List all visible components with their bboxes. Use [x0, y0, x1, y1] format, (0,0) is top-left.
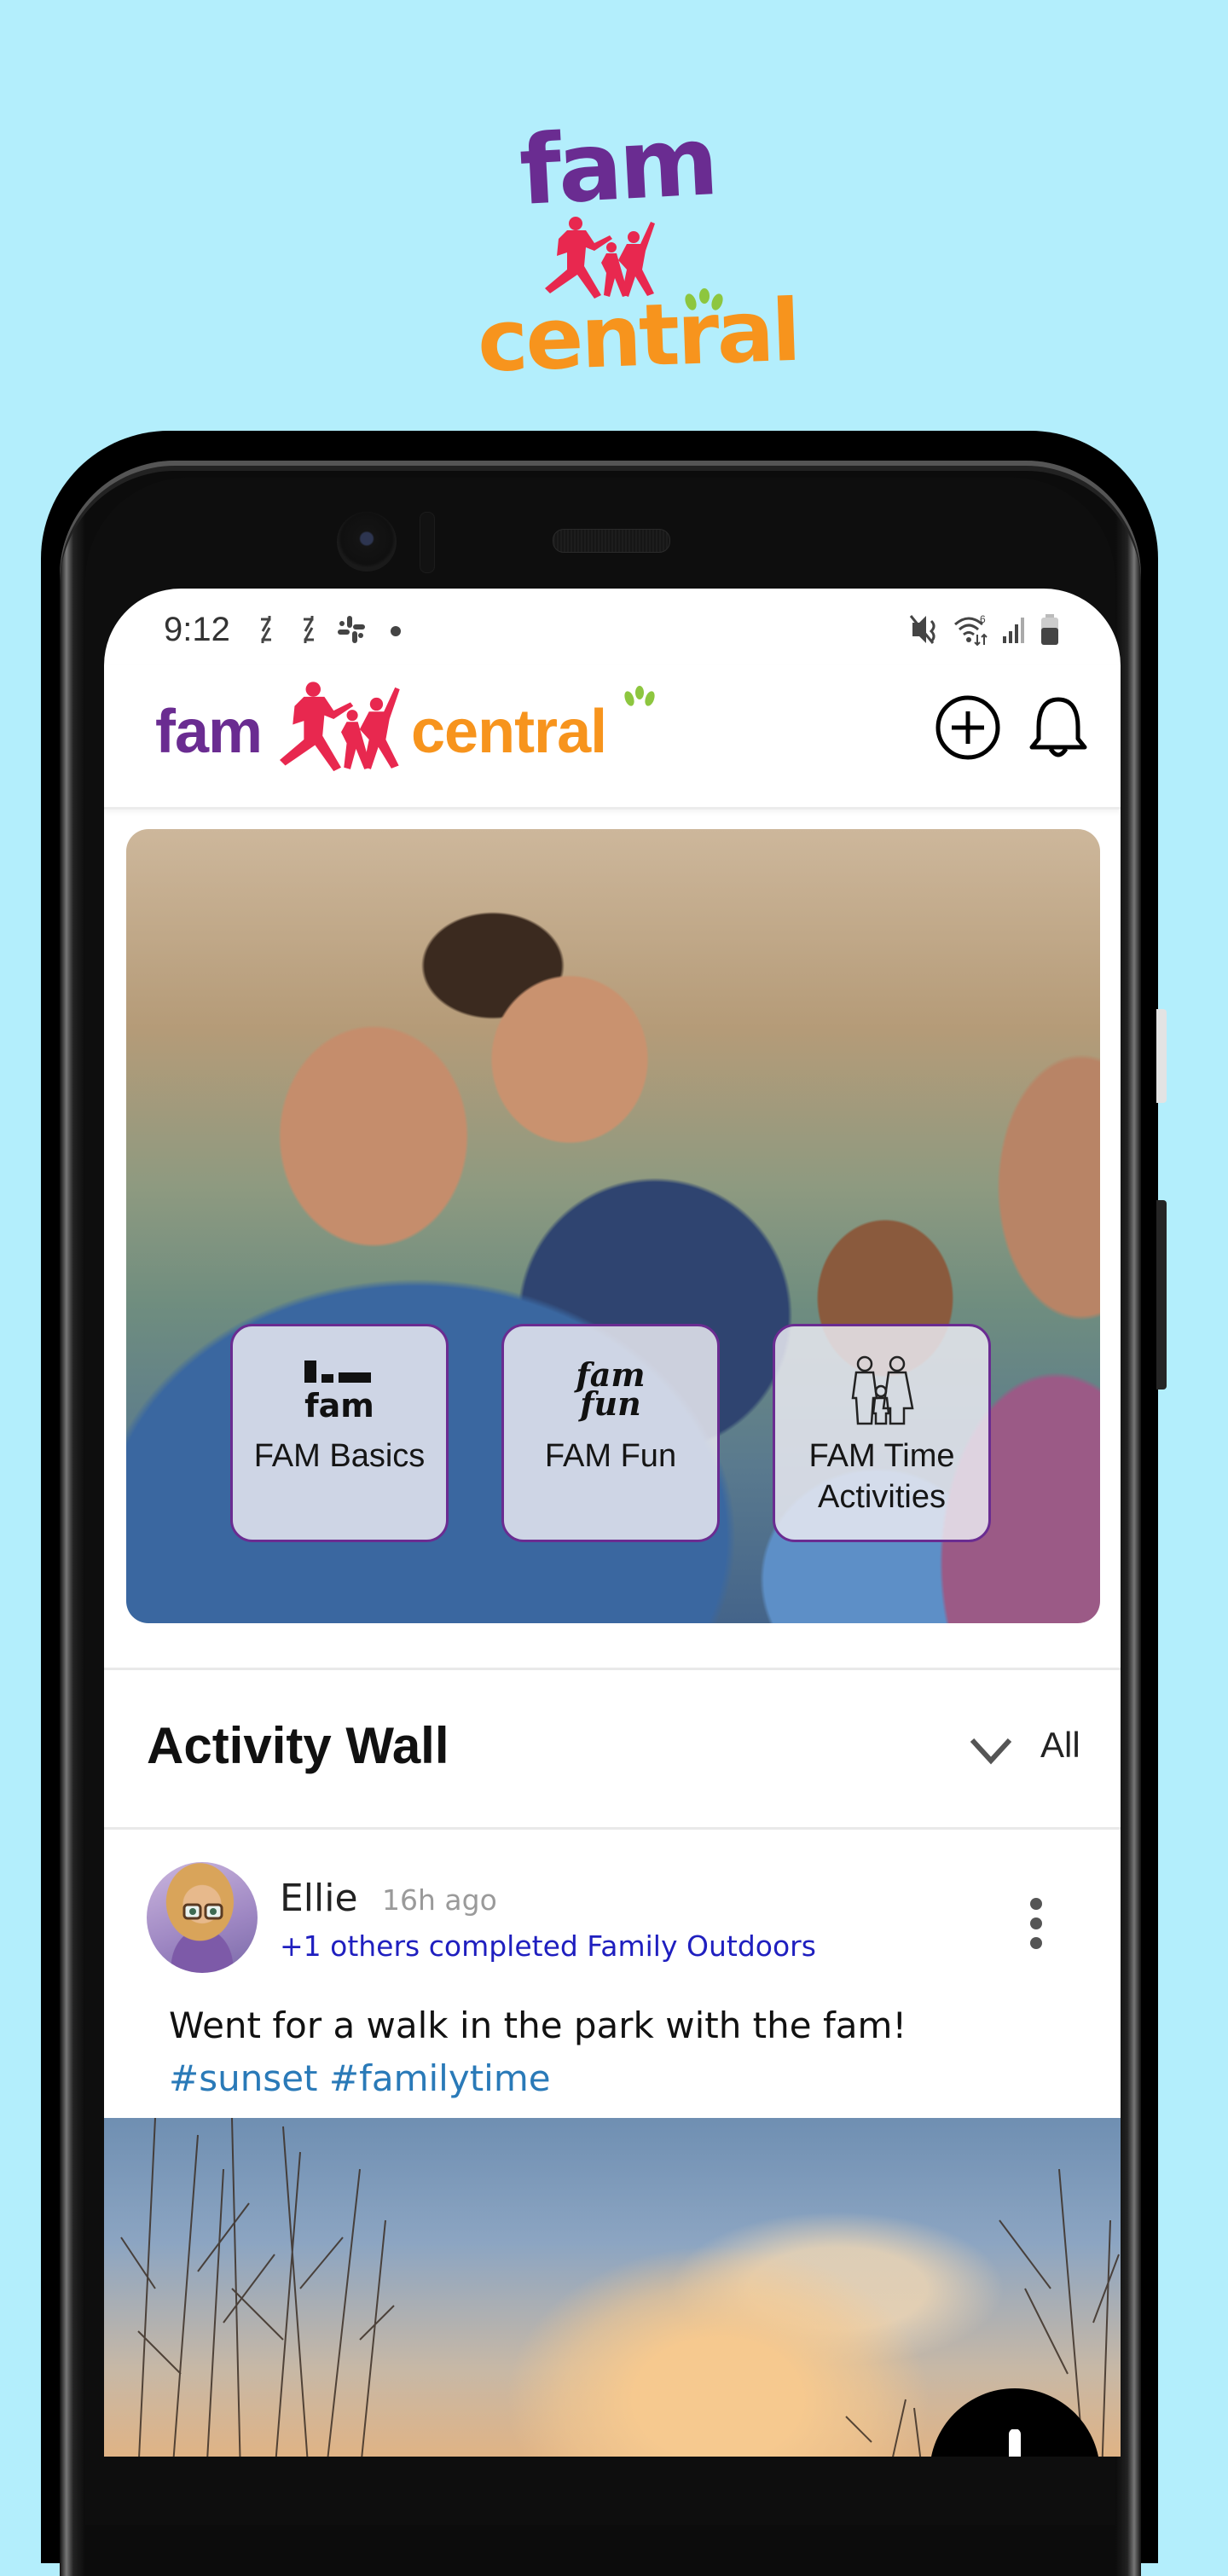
status-bar: 9:12 6	[104, 589, 1121, 674]
family-icon	[775, 1349, 988, 1430]
post-author[interactable]: Ellie	[280, 1877, 358, 1920]
post-hashtags: #sunset #familytime	[169, 2057, 551, 2099]
activity-wall-header: Activity Wall All	[104, 1672, 1121, 1825]
signal-icon	[1003, 618, 1024, 643]
vibrate-mute-icon	[909, 615, 935, 644]
section-divider	[104, 1668, 1121, 1670]
jumping-family-icon	[280, 682, 400, 772]
sync-icon	[304, 616, 314, 643]
sync-icon	[261, 616, 271, 643]
tile-label: FAM Basics	[253, 1438, 426, 1474]
side-button-volume	[1156, 1200, 1167, 1390]
plus-icon	[1009, 2429, 1021, 2457]
proximity-sensor	[420, 512, 435, 573]
app-logo-fam-text: fam	[155, 698, 263, 766]
tile-label: FAM Time Activities	[775, 1436, 988, 1517]
sprout-icon	[685, 288, 723, 310]
fam-basics-icon: fam	[233, 1349, 446, 1430]
svg-text:6: 6	[980, 613, 986, 625]
tile-fam-time-activities[interactable]: FAM Time Activities	[773, 1324, 991, 1542]
front-camera	[337, 512, 397, 571]
app-logo[interactable]: fam central	[155, 678, 752, 772]
slack-icon	[338, 616, 365, 643]
tile-label-line2: Activities	[818, 1479, 946, 1515]
hashtag-link[interactable]: #familytime	[329, 2057, 551, 2099]
tile-fam-fun[interactable]: fam fun FAM Fun	[501, 1324, 720, 1542]
tile-fam-basics[interactable]: fam FAM Basics	[230, 1324, 449, 1542]
chevron-down-icon[interactable]	[967, 1733, 1015, 1767]
post-activity-link[interactable]: +1 others completed Family Outdoors	[280, 1929, 816, 1963]
notification-dot-icon	[391, 626, 401, 636]
phone-screen: 9:12 6 fam central fam FAM Basics fam fu…	[104, 589, 1121, 2457]
add-button[interactable]	[933, 693, 1003, 763]
svg-text:fam: fam	[304, 1387, 374, 1424]
side-button-power	[1156, 1009, 1167, 1103]
fam-fun-icon-line2: fun	[580, 1384, 641, 1423]
activity-post: Ellie 16h ago +1 others completed Family…	[104, 1834, 1121, 2457]
post-timestamp: 16h ago	[382, 1883, 497, 1917]
status-time: 9:12	[164, 611, 230, 648]
avatar-glasses	[182, 1903, 223, 1920]
more-vertical-icon[interactable]	[1023, 1895, 1049, 1952]
fam-fun-icon: fam fun	[504, 1349, 717, 1430]
tile-label: FAM Fun	[544, 1438, 677, 1474]
earpiece-speaker	[553, 529, 670, 553]
promo-logo-fam-text: fam	[517, 106, 718, 227]
avatar[interactable]	[147, 1862, 258, 1973]
post-text: Went for a walk in the park with the fam…	[169, 2005, 907, 2046]
hashtag-link[interactable]: #sunset	[169, 2057, 318, 2099]
wifi-6-icon: 6	[954, 613, 988, 647]
tile-label-line1: FAM Time	[808, 1438, 955, 1474]
activity-wall-title: Activity Wall	[147, 1717, 449, 1774]
filter-dropdown[interactable]: All	[1040, 1725, 1080, 1766]
notifications-button[interactable]	[1023, 693, 1093, 763]
plus-circle-icon	[935, 695, 1000, 760]
section-divider	[104, 1827, 1121, 1830]
promo-logo: fam central	[460, 106, 800, 401]
hero-image: fam FAM Basics fam fun FAM Fun FAM Time …	[126, 829, 1100, 1623]
battery-icon	[1041, 614, 1058, 645]
app-header: fam central	[104, 665, 1121, 809]
app-logo-central-text: central	[411, 698, 607, 766]
sprout-icon	[624, 686, 655, 706]
bell-icon	[1029, 697, 1087, 757]
